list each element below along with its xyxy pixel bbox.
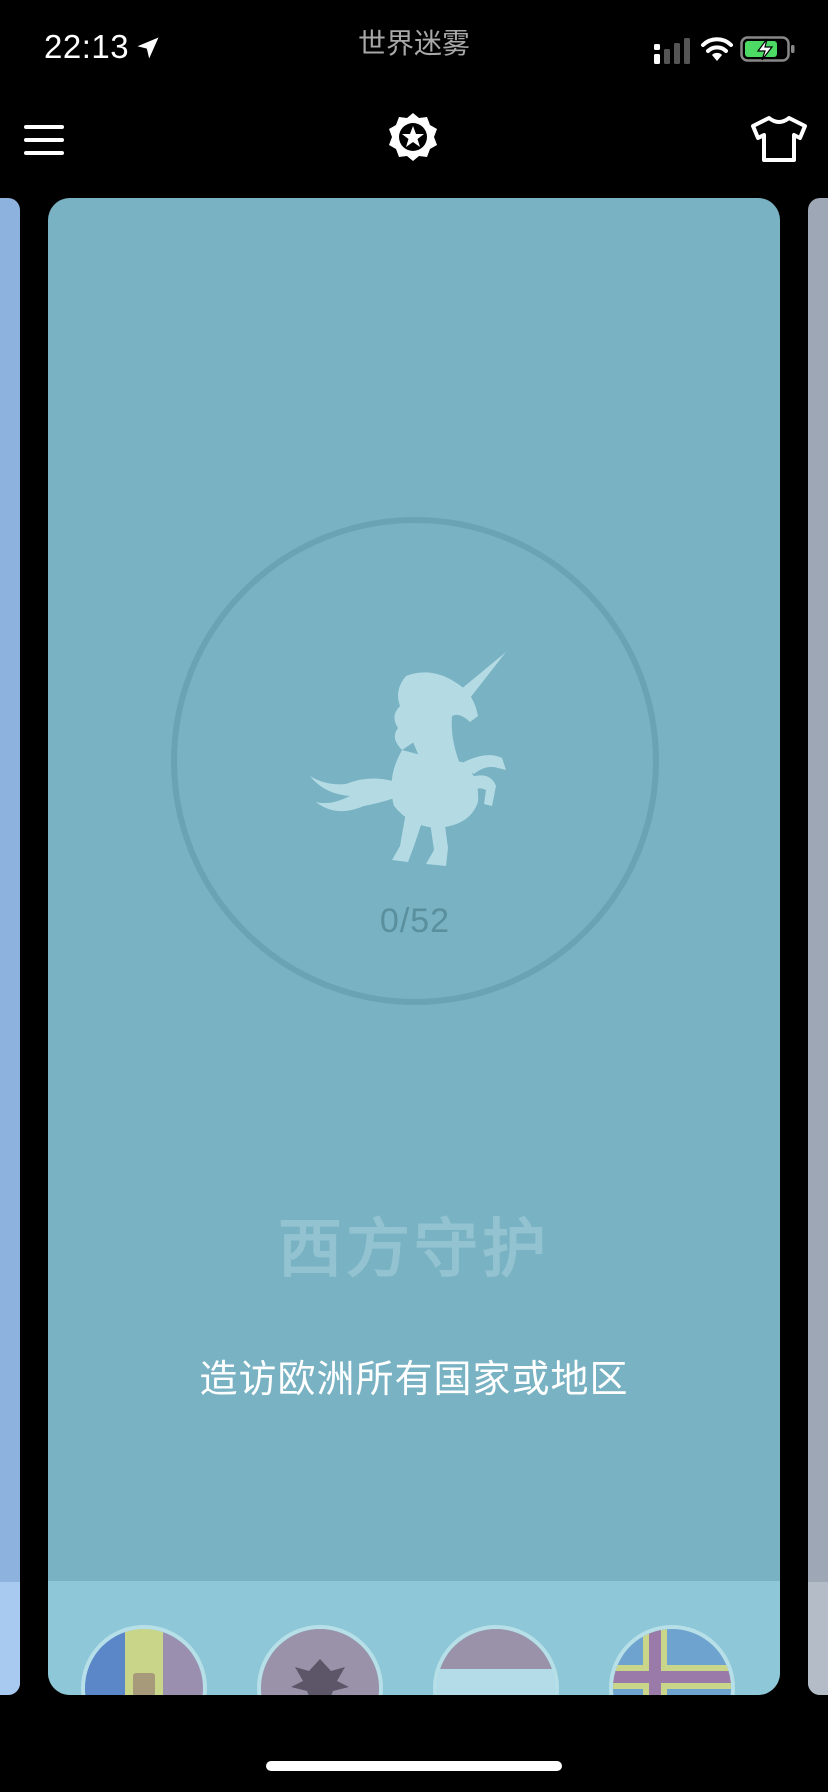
previous-card-strip <box>0 1582 20 1695</box>
home-indicator[interactable] <box>266 1761 562 1771</box>
status-bar: 22:13 世界迷雾 <box>0 0 828 96</box>
next-card-strip <box>808 1582 828 1695</box>
top-toolbar <box>0 96 828 186</box>
battery-charging-icon <box>740 36 795 62</box>
achievement-card[interactable]: 0/52 西方守护 造访欧洲所有国家或地区 <box>48 198 780 1695</box>
t-shirt-icon[interactable] <box>750 114 808 164</box>
aland-islands-flag-icon[interactable] <box>609 1625 735 1695</box>
albania-flag-icon[interactable] <box>257 1625 383 1695</box>
cellular-signal-icon <box>654 38 690 64</box>
next-achievement-card[interactable] <box>808 198 828 1695</box>
hamburger-menu-icon[interactable] <box>22 120 66 160</box>
unicorn-icon <box>310 652 506 866</box>
achievement-badge-icon[interactable] <box>386 110 440 166</box>
austria-flag-icon[interactable] <box>433 1625 559 1695</box>
wifi-icon <box>701 37 733 61</box>
country-flags-strip <box>48 1581 780 1695</box>
achievement-title: 西方守护 <box>278 1213 550 1287</box>
andorra-flag-icon[interactable] <box>81 1625 207 1695</box>
achievement-progress: 0/52 <box>379 902 451 940</box>
previous-achievement-card[interactable] <box>0 198 20 1695</box>
achievement-description: 造访欧洲所有国家或地区 <box>199 1357 629 1401</box>
